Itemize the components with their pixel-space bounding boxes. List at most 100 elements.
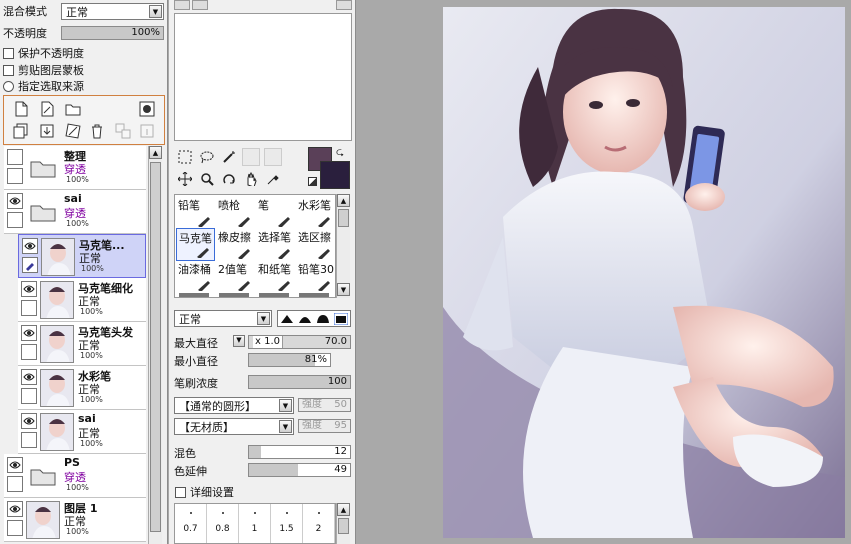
brush-tool-item[interactable]: 水彩笔	[296, 196, 335, 229]
brush-tool-item-partial[interactable]	[259, 293, 289, 297]
blend-mode-select[interactable]: 正常 ▼	[61, 3, 164, 20]
layer-folder-row[interactable]: sai 穿透 100%	[4, 190, 146, 234]
preserve-opacity-row[interactable]: 保护不透明度	[0, 44, 84, 62]
new-folder-icon[interactable]	[64, 100, 82, 118]
scroll-down-icon[interactable]: ▼	[337, 283, 350, 296]
brush-tool-item[interactable]: 铅笔30	[296, 260, 335, 293]
density-slider[interactable]: 100	[248, 375, 351, 389]
swap-colors-icon[interactable]: ⮎	[336, 145, 344, 162]
transfer-layer-icon[interactable]	[138, 122, 156, 140]
layer-mask-icon[interactable]	[138, 100, 156, 118]
layer-list-scrollbar[interactable]: ▲	[148, 146, 162, 544]
brush-tool-item[interactable]: 笔	[256, 196, 295, 229]
brush-tool-item-partial[interactable]	[219, 293, 249, 297]
size-presets-scrollbar[interactable]: ▲	[336, 503, 350, 544]
transparent-color-icon[interactable]	[308, 177, 317, 186]
brush-tool-item-partial[interactable]	[179, 293, 209, 297]
selection-source-radio[interactable]	[3, 80, 14, 92]
edge-soft-icon[interactable]	[316, 314, 330, 324]
layer-row[interactable]: 水彩笔 正常 100%	[18, 366, 146, 410]
merge-visible-icon[interactable]	[114, 122, 132, 140]
selection-source-row[interactable]: 指定选取来源	[0, 77, 84, 95]
eye-icon[interactable]	[7, 193, 23, 209]
canvas-painting[interactable]	[443, 7, 845, 538]
layer-folder-row[interactable]: PS 穿透 100%	[4, 454, 146, 498]
brush-tool-item[interactable]: 选择笔	[256, 228, 295, 261]
brush-tool-item[interactable]: 2值笔	[216, 260, 255, 293]
edge-hard-icon[interactable]	[280, 314, 294, 324]
brush-shape-select[interactable]: 【通常的圆形】 ▼	[174, 397, 294, 414]
clear-layer-icon[interactable]	[64, 122, 82, 140]
brush-tool-item-partial[interactable]	[299, 293, 329, 297]
brush-tool-item[interactable]: 油漆桶	[176, 260, 215, 293]
brush-tool-item[interactable]: 橡皮擦	[216, 228, 255, 261]
delete-layer-icon[interactable]	[88, 122, 106, 140]
size-preset[interactable]: 0.7	[175, 504, 207, 543]
min-diameter-slider[interactable]: 81%	[248, 353, 331, 367]
scroll-thumb[interactable]	[150, 162, 161, 532]
brush-tool-item[interactable]: 喷枪	[216, 196, 255, 229]
rotate-icon[interactable]	[220, 170, 238, 188]
zoom-out-icon[interactable]	[174, 0, 190, 10]
size-preset[interactable]: 0.8	[207, 504, 239, 543]
max-diameter-slider[interactable]: x 1.0 70.0	[248, 335, 351, 349]
brush-tool-item[interactable]: 马克笔	[176, 228, 215, 261]
hand-icon[interactable]	[242, 170, 260, 188]
merge-down-icon[interactable]	[38, 122, 56, 140]
lock-toggle[interactable]	[7, 520, 23, 536]
layer-row[interactable]: sai 正常 100%	[18, 410, 146, 454]
lock-toggle[interactable]	[21, 344, 37, 360]
eye-icon[interactable]	[7, 457, 23, 473]
scroll-up-icon[interactable]: ▲	[337, 194, 350, 207]
lock-toggle[interactable]	[7, 168, 23, 184]
clip-mask-checkbox[interactable]	[3, 64, 14, 76]
eye-icon[interactable]	[7, 501, 23, 517]
brush-texture-select[interactable]: 【无材质】 ▼	[174, 418, 294, 435]
layer-row[interactable]: 马克笔... 正常 100%	[18, 234, 146, 278]
texture-strength-slider[interactable]: 强度 95	[298, 419, 351, 433]
edge-medium-icon[interactable]	[298, 314, 312, 324]
eye-icon[interactable]	[21, 413, 37, 429]
visibility-toggle[interactable]	[7, 149, 23, 165]
layer-folder-row[interactable]: 整理 穿透 100%	[4, 146, 146, 190]
scroll-thumb[interactable]	[338, 209, 349, 227]
layer-row[interactable]: 马克笔细化 正常 100%	[18, 278, 146, 322]
lock-toggle[interactable]	[21, 388, 37, 404]
edge-flat-icon[interactable]	[334, 312, 348, 325]
scroll-up-icon[interactable]: ▲	[149, 146, 162, 159]
new-linework-layer-icon[interactable]	[38, 100, 56, 118]
shape-strength-slider[interactable]: 强度 50	[298, 398, 351, 412]
preserve-opacity-checkbox[interactable]	[3, 47, 14, 59]
paint-brush-icon[interactable]	[22, 257, 38, 273]
lock-toggle[interactable]	[7, 212, 23, 228]
size-preset[interactable]: 2	[303, 504, 335, 543]
layer-row[interactable]: 马克笔头发 正常 100%	[18, 322, 146, 366]
eye-icon[interactable]	[22, 238, 38, 254]
detail-settings-row[interactable]: 详细设置	[172, 483, 234, 501]
max-diameter-chevron-icon[interactable]: ▼	[233, 335, 245, 347]
brush-tool-item[interactable]: 铅笔	[176, 196, 215, 229]
lock-toggle[interactable]	[21, 432, 37, 448]
navigator-options-icon[interactable]	[336, 0, 352, 10]
brush-tool-item[interactable]: 选区擦	[296, 228, 335, 261]
lasso-icon[interactable]	[198, 148, 216, 166]
blend-slider[interactable]: 12	[248, 445, 351, 459]
rect-select-icon[interactable]	[176, 148, 194, 166]
navigator-preview[interactable]	[174, 13, 352, 141]
canvas-area[interactable]	[357, 0, 851, 544]
brush-edge-selector[interactable]	[277, 310, 351, 327]
new-layer-icon[interactable]	[12, 100, 30, 118]
zoom-in-icon[interactable]	[192, 0, 208, 10]
opacity-slider[interactable]: 100%	[61, 26, 164, 40]
eyedropper-icon[interactable]	[264, 170, 282, 188]
scroll-up-icon[interactable]: ▲	[337, 503, 350, 516]
scroll-thumb[interactable]	[338, 518, 349, 534]
lock-toggle[interactable]	[7, 476, 23, 492]
eye-icon[interactable]	[21, 369, 37, 385]
move-icon[interactable]	[176, 170, 194, 188]
copy-layer-icon[interactable]	[12, 122, 30, 140]
detail-settings-checkbox[interactable]	[175, 486, 186, 498]
magic-wand-icon[interactable]	[220, 148, 238, 166]
dilution-slider[interactable]: 49	[248, 463, 351, 477]
brush-mode-select[interactable]: 正常 ▼	[174, 310, 272, 327]
